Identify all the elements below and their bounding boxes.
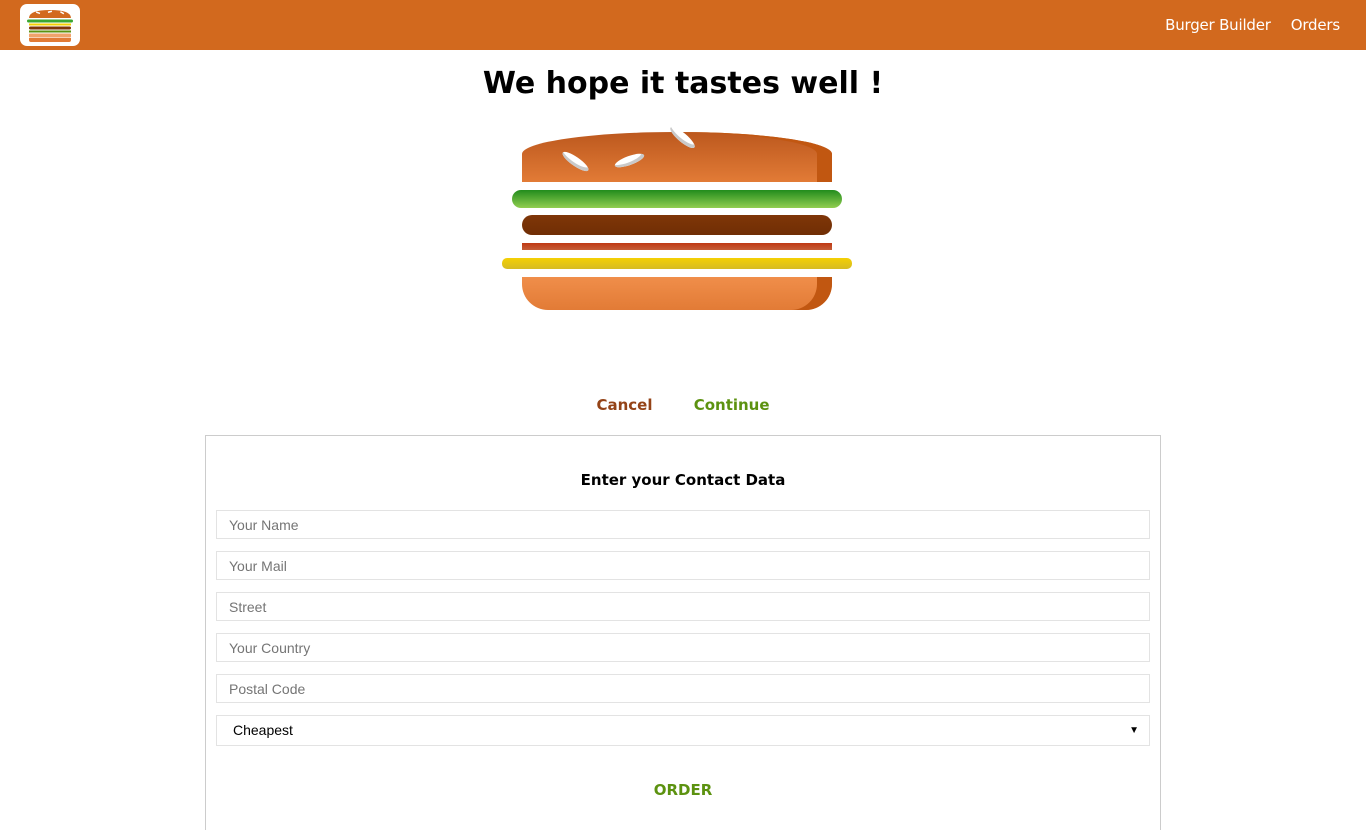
name-field[interactable] [216, 510, 1150, 539]
delivery-method-value: Cheapest [233, 722, 293, 738]
nav-orders[interactable]: Orders [1291, 16, 1340, 34]
toolbar: Burger Builder Orders [0, 0, 1366, 50]
bread-top [522, 132, 832, 182]
postal-code-field[interactable] [216, 674, 1150, 703]
checkout-actions: Cancel Continue [0, 394, 1366, 416]
country-field[interactable] [216, 633, 1150, 662]
ingredient-cheese [502, 258, 852, 269]
contact-title: Enter your Contact Data [580, 471, 786, 489]
ingredient-meat [522, 215, 832, 235]
contact-data-form: Enter your Contact Data Cheapest ▼ ORDER [205, 435, 1161, 830]
seed-icon [613, 150, 646, 171]
bread-bottom [522, 277, 832, 310]
email-field[interactable] [216, 551, 1150, 580]
seed-icon [667, 124, 698, 151]
ingredient-bacon [522, 243, 832, 250]
street-field[interactable] [216, 592, 1150, 621]
ingredient-salad [512, 190, 842, 208]
nav-burger-builder[interactable]: Burger Builder [1165, 16, 1271, 34]
cancel-button[interactable]: Cancel [596, 394, 652, 416]
order-button[interactable]: ORDER [216, 779, 1150, 801]
main-nav: Burger Builder Orders [1145, 0, 1340, 50]
delivery-method-select[interactable]: Cheapest ▼ [216, 715, 1150, 746]
page-title: We hope it tastes well ! [482, 66, 884, 101]
chevron-down-icon: ▼ [1129, 725, 1139, 736]
burger-logo-icon[interactable] [20, 4, 80, 46]
continue-button[interactable]: Continue [694, 394, 770, 416]
seed-icon [560, 148, 591, 175]
